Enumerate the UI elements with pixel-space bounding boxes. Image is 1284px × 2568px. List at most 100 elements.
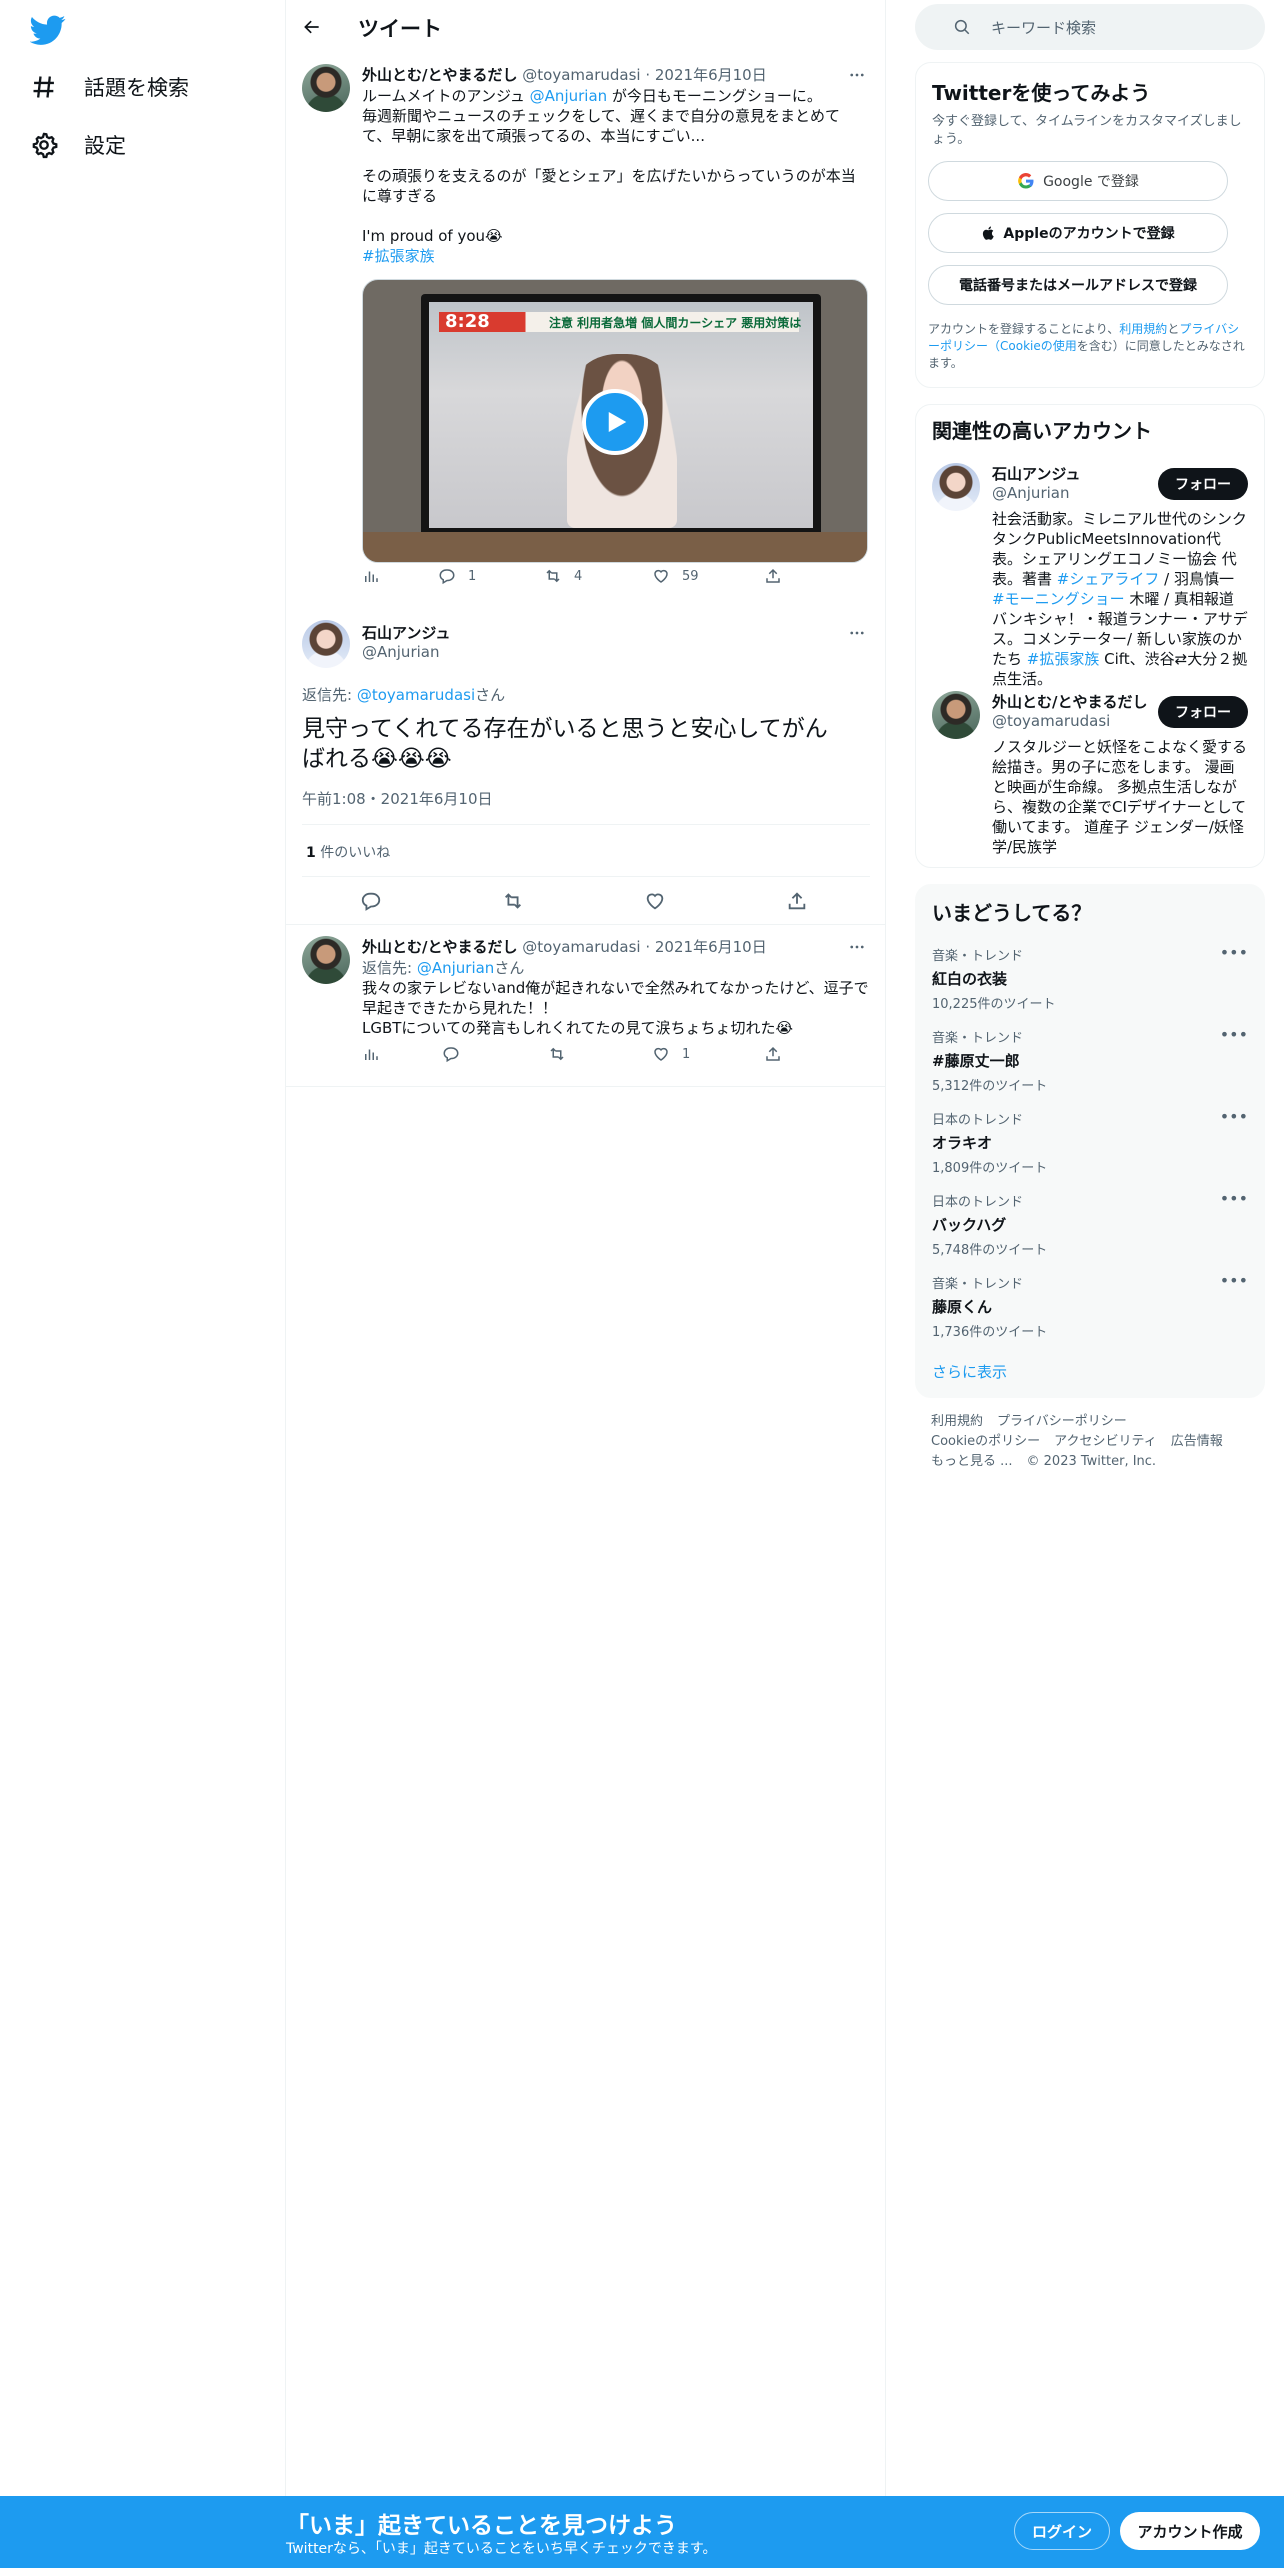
hashtag-icon — [30, 73, 84, 101]
share-button[interactable] — [764, 1045, 794, 1063]
more-icon[interactable]: ••• — [1220, 1189, 1248, 1208]
retweet-icon[interactable] — [502, 890, 524, 912]
show-more-link[interactable]: さらに表示 — [932, 1361, 1007, 1382]
bio-hashtag[interactable]: #モーニングショー — [992, 590, 1125, 608]
tweet-header: 外山とむ/とやまるだし @toyamarudasi · 2021年6月10日 — [362, 66, 767, 84]
footer-link[interactable]: アクセシビリティ — [1054, 1434, 1157, 1449]
trend-name: 藤原くん — [932, 1298, 993, 1316]
trend-item[interactable]: 日本のトレンド オラキオ 1,809件のツイート ••• — [932, 1107, 1248, 1189]
follow-button[interactable]: フォロー — [1158, 468, 1248, 500]
more-icon[interactable] — [846, 64, 868, 86]
more-icon[interactable]: ••• — [1220, 1107, 1248, 1126]
trend-count: 1,736件のツイート — [932, 1325, 1048, 1340]
retweet-icon — [548, 1045, 578, 1063]
apple-icon — [981, 225, 997, 241]
avatar[interactable] — [932, 463, 980, 511]
bio-hashtag[interactable]: #シェアライフ — [1057, 570, 1160, 588]
like-count: 59 — [682, 568, 699, 584]
author-name[interactable]: 外山とむ/とやまるだし — [362, 66, 517, 84]
footer-link[interactable]: 利用規約 — [931, 1414, 983, 1429]
reply-to-link[interactable]: @Anjurian — [417, 959, 494, 977]
footer-link[interactable]: もっと見る ... — [931, 1454, 1013, 1469]
terms-link[interactable]: 利用規約 — [1119, 322, 1167, 336]
more-icon[interactable]: ••• — [1220, 943, 1248, 962]
footer-link[interactable]: Cookieのポリシー — [931, 1434, 1040, 1449]
retweet-button[interactable]: 4 — [544, 567, 582, 585]
more-icon[interactable] — [846, 936, 868, 958]
trend-item[interactable]: 音楽・トレンド 藤原くん 1,736件のツイート ••• — [932, 1271, 1248, 1353]
tv-caption: 注意 利用者急増 個人間カーシェア 悪用対策は — [549, 316, 802, 330]
reply-suffix: さん — [475, 686, 506, 704]
tweet-text: 我々の家テレビないand俺が起きれないで全然みれてなかったけど、逗子で 早起きで… — [362, 979, 869, 1037]
phone-email-signup-button[interactable]: 電話番号またはメールアドレスで登録 — [928, 265, 1228, 305]
mention-link[interactable]: @Anjurian — [530, 87, 607, 105]
nav-explore[interactable]: 話題を検索 — [30, 62, 189, 112]
avatar[interactable] — [932, 691, 980, 739]
login-button[interactable]: ログイン — [1014, 2512, 1110, 2550]
author-handle[interactable]: @Anjurian — [362, 643, 439, 661]
trend-category: 音楽・トレンド — [932, 1031, 1024, 1046]
heart-icon[interactable] — [644, 890, 666, 912]
nav-settings-label: 設定 — [84, 134, 126, 158]
trend-item[interactable]: 音楽・トレンド 紅白の衣装 10,225件のツイート ••• — [932, 943, 1248, 1025]
google-signup-button[interactable]: Google で登録 — [928, 161, 1228, 201]
reply-button[interactable]: 1 — [438, 567, 476, 585]
nav-settings[interactable]: 設定 — [30, 120, 126, 170]
reply-to-link[interactable]: @toyamarudasi — [357, 686, 475, 704]
signup-subtitle: 今すぐ登録して、タイムラインをカスタマイズしましょう。 — [932, 114, 1242, 147]
footer-link[interactable]: 広告情報 — [1171, 1434, 1223, 1449]
retweet-button[interactable] — [548, 1045, 578, 1063]
avatar[interactable] — [302, 936, 350, 984]
tweet-timestamp[interactable]: 午前1:08・2021年6月10日 — [302, 788, 493, 809]
tweet-text: ルームメイトのアンジュ @Anjurian が今日もモーニングショーに。 毎週新… — [362, 86, 872, 266]
reply-icon — [442, 1045, 472, 1063]
more-icon[interactable]: ••• — [1220, 1271, 1248, 1290]
author-name[interactable]: 外山とむ/とやまるだし — [362, 938, 517, 956]
signup-button[interactable]: アカウント作成 — [1120, 2512, 1260, 2550]
apple-signup-button[interactable]: Appleのアカウントで登録 — [928, 213, 1228, 253]
focal-actions — [286, 884, 886, 918]
reply-context: 返信先: @Anjurianさん — [362, 958, 524, 978]
reply-suffix: さん — [494, 959, 525, 977]
terms-text: アカウントを登録することにより、 — [928, 322, 1120, 336]
like-button[interactable]: 1 — [652, 1045, 690, 1063]
trend-item[interactable]: 日本のトレンド バックハグ 5,748件のツイート ••• — [932, 1189, 1248, 1271]
reply-prefix: 返信先: — [302, 686, 357, 704]
tweet-date[interactable]: 2021年6月10日 — [655, 938, 767, 956]
bio-hashtag[interactable]: #拡張家族 — [1027, 650, 1100, 668]
reply-icon[interactable] — [360, 890, 382, 912]
author-name[interactable]: 石山アンジュ — [362, 622, 450, 643]
account-name: 石山アンジュ — [992, 465, 1081, 483]
likes-summary[interactable]: 1 件のいいね — [306, 842, 390, 862]
video-player[interactable]: 8:28 注意 利用者急増 個人間カーシェア 悪用対策は — [362, 279, 868, 563]
tv-time-overlay: 8:28 — [445, 311, 490, 332]
avatar[interactable] — [302, 620, 350, 668]
reply-button[interactable] — [442, 1045, 472, 1063]
search-input[interactable]: キーワード検索 — [915, 4, 1265, 50]
share-icon[interactable] — [786, 890, 808, 912]
follow-button[interactable]: フォロー — [1158, 696, 1248, 728]
tweet-date[interactable]: 2021年6月10日 — [655, 66, 767, 84]
trend-item[interactable]: 音楽・トレンド #藤原丈一郎 5,312件のツイート ••• — [932, 1025, 1248, 1107]
analytics-button[interactable] — [362, 1045, 392, 1063]
divider — [286, 924, 886, 925]
more-icon[interactable] — [846, 622, 868, 644]
author-handle[interactable]: @toyamarudasi — [522, 66, 640, 84]
trend-name: 紅白の衣装 — [932, 970, 1008, 988]
like-button[interactable]: 59 — [652, 567, 699, 585]
analytics-button[interactable] — [362, 567, 392, 585]
twitter-logo-icon[interactable] — [30, 12, 66, 48]
reply-prefix: 返信先: — [362, 959, 417, 977]
heart-icon — [652, 1045, 682, 1063]
hashtag-link[interactable]: #拡張家族 — [362, 247, 435, 265]
signup-card: Twitterを使ってみよう 今すぐ登録して、タイムラインをカスタマイズしましょ… — [915, 62, 1265, 388]
play-icon[interactable] — [582, 389, 648, 455]
reply-context: 返信先: @toyamarudasiさん — [302, 684, 505, 705]
avatar[interactable] — [302, 64, 350, 112]
share-button[interactable] — [764, 567, 794, 585]
footer-link[interactable]: プライバシーポリシー — [997, 1414, 1127, 1429]
more-icon[interactable]: ••• — [1220, 1025, 1248, 1044]
back-arrow-icon[interactable] — [296, 11, 328, 43]
author-handle[interactable]: @toyamarudasi — [522, 938, 640, 956]
banner-title: 「いま」起きていることを見つけよう — [286, 2513, 677, 2539]
